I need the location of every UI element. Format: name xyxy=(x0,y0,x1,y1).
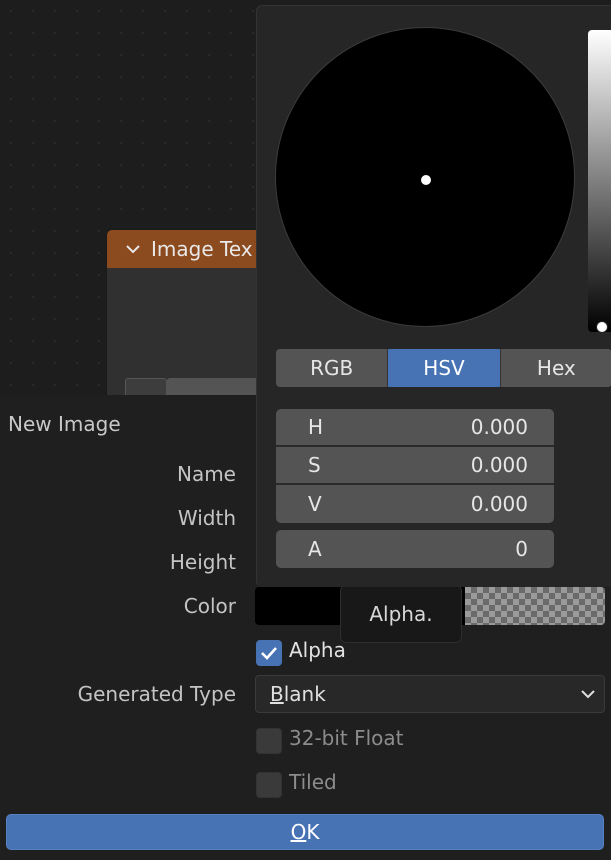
alpha-field-value: 0 xyxy=(515,537,528,561)
alpha-checker xyxy=(465,587,605,625)
hsv-fields: H 0.000 S 0.000 V 0.000 xyxy=(276,409,554,523)
node-title: Image Tex xyxy=(151,237,253,261)
alpha-checkbox[interactable] xyxy=(256,640,282,666)
height-label: Height xyxy=(169,550,236,574)
checkmark-icon xyxy=(261,647,277,660)
alpha-field[interactable]: A 0 xyxy=(276,530,554,568)
hue-value: 0.000 xyxy=(470,415,528,439)
node-header[interactable]: Image Tex xyxy=(107,230,277,268)
alpha-label: Alpha xyxy=(289,638,346,662)
generated-type-dropdown[interactable]: Blank xyxy=(255,675,605,713)
dialog-title: New Image xyxy=(8,412,121,436)
value-value: 0.000 xyxy=(470,492,528,516)
value-field[interactable]: V 0.000 xyxy=(276,485,554,523)
saturation-value: 0.000 xyxy=(470,453,528,477)
chevron-down-icon xyxy=(581,690,595,699)
hue-field[interactable]: H 0.000 xyxy=(276,409,554,447)
generated-type-label: Generated Type xyxy=(77,682,236,706)
generated-type-value: Blank xyxy=(270,682,326,706)
ok-label: OK xyxy=(290,820,320,844)
saturation-field[interactable]: S 0.000 xyxy=(276,447,554,485)
color-mode-tabs: RGB HSV Hex xyxy=(276,349,611,387)
tab-hsv[interactable]: HSV xyxy=(388,349,501,387)
alpha-field-label: A xyxy=(308,537,322,561)
wheel-cursor[interactable] xyxy=(421,175,431,185)
tab-hex[interactable]: Hex xyxy=(500,349,611,387)
width-label: Width xyxy=(177,506,236,530)
color-label: Color xyxy=(183,594,236,618)
tab-rgb[interactable]: RGB xyxy=(276,349,389,387)
alpha-tooltip: Alpha. xyxy=(340,585,462,643)
hue-label: H xyxy=(308,415,324,439)
color-picker-popup: RGB HSV Hex H 0.000 S 0.000 V 0.000 A 0 xyxy=(256,5,611,587)
value-slider-handle[interactable] xyxy=(596,321,608,333)
ok-button[interactable]: OK xyxy=(6,814,604,850)
float-32-label: 32-bit Float xyxy=(289,726,404,750)
value-label: V xyxy=(308,492,322,516)
chevron-down-icon[interactable] xyxy=(125,241,141,257)
tiled-label: Tiled xyxy=(289,770,337,794)
float-32-checkbox[interactable] xyxy=(256,728,282,754)
image-texture-node[interactable]: Image Tex xyxy=(106,229,278,411)
saturation-label: S xyxy=(308,453,321,477)
tiled-checkbox[interactable] xyxy=(256,772,282,798)
name-label: Name xyxy=(176,462,236,486)
value-slider[interactable] xyxy=(588,30,611,332)
